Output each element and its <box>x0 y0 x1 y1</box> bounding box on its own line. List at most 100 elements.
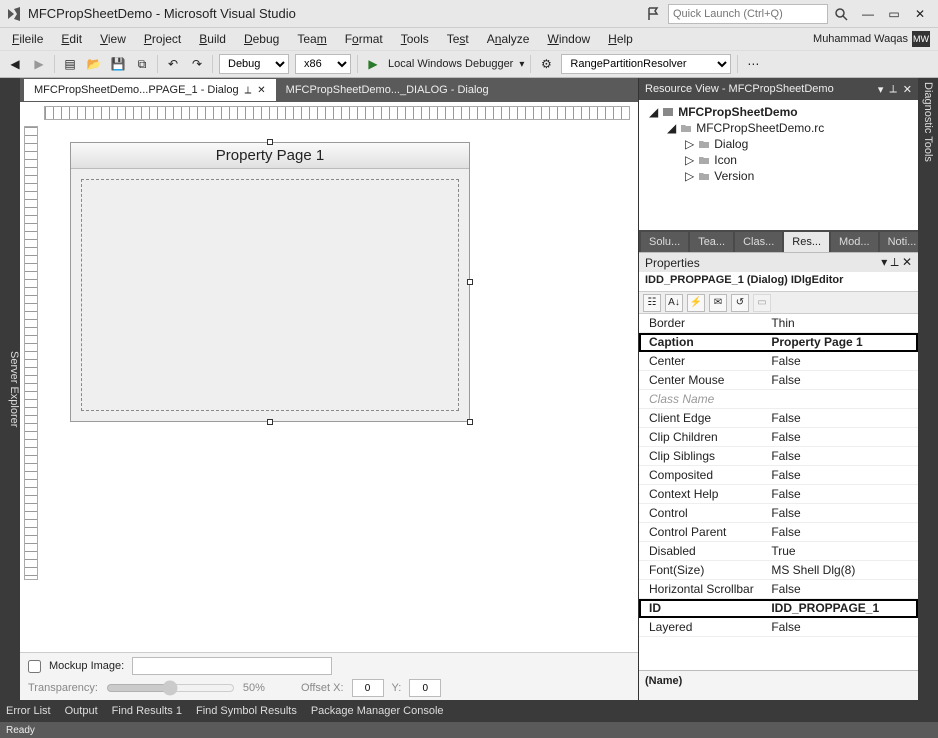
dialog-designer-surface[interactable]: Property Page 1 Mockup Image: Transparen… <box>20 102 638 700</box>
expand-icon[interactable]: ◢ <box>649 105 658 119</box>
property-value[interactable]: MS Shell Dlg(8) <box>767 563 918 577</box>
diagnostic-tools-tab[interactable]: Diagnostic Tools <box>922 82 934 162</box>
menu-view[interactable]: View <box>92 30 134 48</box>
mockup-image-checkbox[interactable] <box>28 660 41 673</box>
property-row[interactable]: Clip ChildrenFalse <box>639 428 918 447</box>
tab-error-list[interactable]: Error List <box>6 705 51 717</box>
tab-team-explorer[interactable]: Tea... <box>690 232 733 252</box>
property-value[interactable]: IDD_PROPPAGE_1 <box>767 601 918 615</box>
doc-tab-dialog[interactable]: MFCPropSheetDemo..._DIALOG - Dialog <box>276 79 499 101</box>
resource-view-tree[interactable]: ◢ MFCPropSheetDemo ◢ MFCPropSheetDemo.rc… <box>639 100 918 230</box>
open-button[interactable]: 📂 <box>85 55 103 73</box>
find-combo[interactable]: RangePartitionResolver <box>561 54 731 74</box>
property-value[interactable]: Property Page 1 <box>767 335 918 349</box>
property-value[interactable]: False <box>767 411 918 425</box>
menu-analyze[interactable]: Analyze <box>479 30 538 48</box>
property-value[interactable]: False <box>767 430 918 444</box>
close-pane-icon[interactable]: ✕ <box>902 255 912 269</box>
user-name[interactable]: Muhammad Waqas <box>813 33 908 45</box>
dialog-client-area[interactable] <box>81 179 459 411</box>
resize-handle-right[interactable] <box>467 279 473 285</box>
property-value[interactable]: Thin <box>767 316 918 330</box>
property-row[interactable]: Horizontal ScrollbarFalse <box>639 580 918 599</box>
maximize-button[interactable]: ▭ <box>882 4 906 24</box>
menu-format[interactable]: Format <box>337 30 391 48</box>
minimize-button[interactable]: — <box>856 4 880 24</box>
events-button[interactable]: ⚡ <box>687 294 705 312</box>
property-value[interactable]: False <box>767 449 918 463</box>
property-value[interactable]: False <box>767 506 918 520</box>
menu-project[interactable]: Project <box>136 30 189 48</box>
dialog-frame[interactable]: Property Page 1 <box>70 142 470 422</box>
categorized-button[interactable]: ☷ <box>643 294 661 312</box>
search-icon[interactable] <box>834 7 848 21</box>
property-value[interactable]: False <box>767 582 918 596</box>
tree-version-folder[interactable]: ▷ Version <box>681 168 912 184</box>
property-row[interactable]: Context HelpFalse <box>639 485 918 504</box>
resize-handle-bottom[interactable] <box>267 419 273 425</box>
pin-icon[interactable]: ⟂ <box>245 85 252 96</box>
property-row[interactable]: Client EdgeFalse <box>639 409 918 428</box>
close-tab-icon[interactable]: ✕ <box>257 85 265 96</box>
expand-icon[interactable]: ▷ <box>685 153 694 167</box>
menu-window[interactable]: Window <box>539 30 598 48</box>
menu-build[interactable]: Build <box>191 30 234 48</box>
overrides-button[interactable]: ↺ <box>731 294 749 312</box>
dropdown-icon[interactable]: ▾ <box>881 255 887 269</box>
property-value[interactable]: False <box>767 373 918 387</box>
property-pages-button[interactable]: ▭ <box>753 294 771 312</box>
property-row[interactable]: Clip SiblingsFalse <box>639 447 918 466</box>
property-value[interactable]: False <box>767 487 918 501</box>
nav-back-button[interactable]: ◀ <box>6 55 24 73</box>
property-value[interactable]: False <box>767 354 918 368</box>
dropdown-icon[interactable]: ▾ <box>878 83 884 96</box>
start-debug-button[interactable]: ▶ <box>364 55 382 73</box>
property-row[interactable]: CenterFalse <box>639 352 918 371</box>
close-pane-icon[interactable]: ✕ <box>903 83 912 96</box>
menu-team[interactable]: Team <box>289 30 334 48</box>
property-value[interactable]: False <box>767 468 918 482</box>
notification-flag-icon[interactable] <box>646 7 660 21</box>
mockup-image-path[interactable] <box>132 657 332 675</box>
expand-icon[interactable]: ▷ <box>685 137 694 151</box>
new-project-button[interactable]: ▤ <box>61 55 79 73</box>
menu-file[interactable]: Fileile <box>4 30 51 48</box>
property-row[interactable]: DisabledTrue <box>639 542 918 561</box>
server-explorer-tab[interactable]: Server Explorer <box>8 351 20 427</box>
menu-help[interactable]: Help <box>600 30 641 48</box>
pin-icon[interactable]: ⟂ <box>891 255 899 269</box>
property-row[interactable]: BorderThin <box>639 314 918 333</box>
property-row[interactable]: Class Name <box>639 390 918 409</box>
resize-handle-top[interactable] <box>267 139 273 145</box>
property-row[interactable]: CompositedFalse <box>639 466 918 485</box>
tree-project-root[interactable]: ◢ MFCPropSheetDemo <box>645 104 912 120</box>
property-row[interactable]: ControlFalse <box>639 504 918 523</box>
pin-icon[interactable]: ⟂ <box>889 83 896 96</box>
properties-grid[interactable]: BorderThinCaptionProperty Page 1CenterFa… <box>639 314 918 670</box>
save-button[interactable]: 💾 <box>109 55 127 73</box>
menu-tools[interactable]: Tools <box>393 30 437 48</box>
doc-tab-proppage1[interactable]: MFCPropSheetDemo...PPAGE_1 - Dialog ⟂ ✕ <box>24 79 276 101</box>
save-all-button[interactable]: ⧉ <box>133 55 151 73</box>
property-value[interactable]: False <box>767 525 918 539</box>
user-badge[interactable]: MW <box>912 31 930 47</box>
redo-button[interactable]: ↷ <box>188 55 206 73</box>
property-value[interactable]: False <box>767 620 918 634</box>
property-row[interactable]: Control ParentFalse <box>639 523 918 542</box>
property-row[interactable]: CaptionProperty Page 1 <box>639 333 918 352</box>
menu-edit[interactable]: Edit <box>53 30 90 48</box>
close-button[interactable]: ✕ <box>908 4 932 24</box>
tab-find-symbol-results[interactable]: Find Symbol Results <box>196 705 297 717</box>
property-value[interactable]: True <box>767 544 918 558</box>
undo-button[interactable]: ↶ <box>164 55 182 73</box>
offset-x-spin[interactable] <box>352 679 384 697</box>
platform-combo[interactable]: x86 <box>295 54 351 74</box>
nav-fwd-button[interactable]: ▶ <box>30 55 48 73</box>
properties-object-selector[interactable]: IDD_PROPPAGE_1 (Dialog) IDlgEditor <box>639 272 918 292</box>
tab-output[interactable]: Output <box>65 705 98 717</box>
tab-resource-view[interactable]: Res... <box>784 232 829 252</box>
property-row[interactable]: LayeredFalse <box>639 618 918 637</box>
property-row[interactable]: IDIDD_PROPPAGE_1 <box>639 599 918 618</box>
settings-icon[interactable]: ⚙ <box>537 55 555 73</box>
menu-test[interactable]: Test <box>439 30 477 48</box>
